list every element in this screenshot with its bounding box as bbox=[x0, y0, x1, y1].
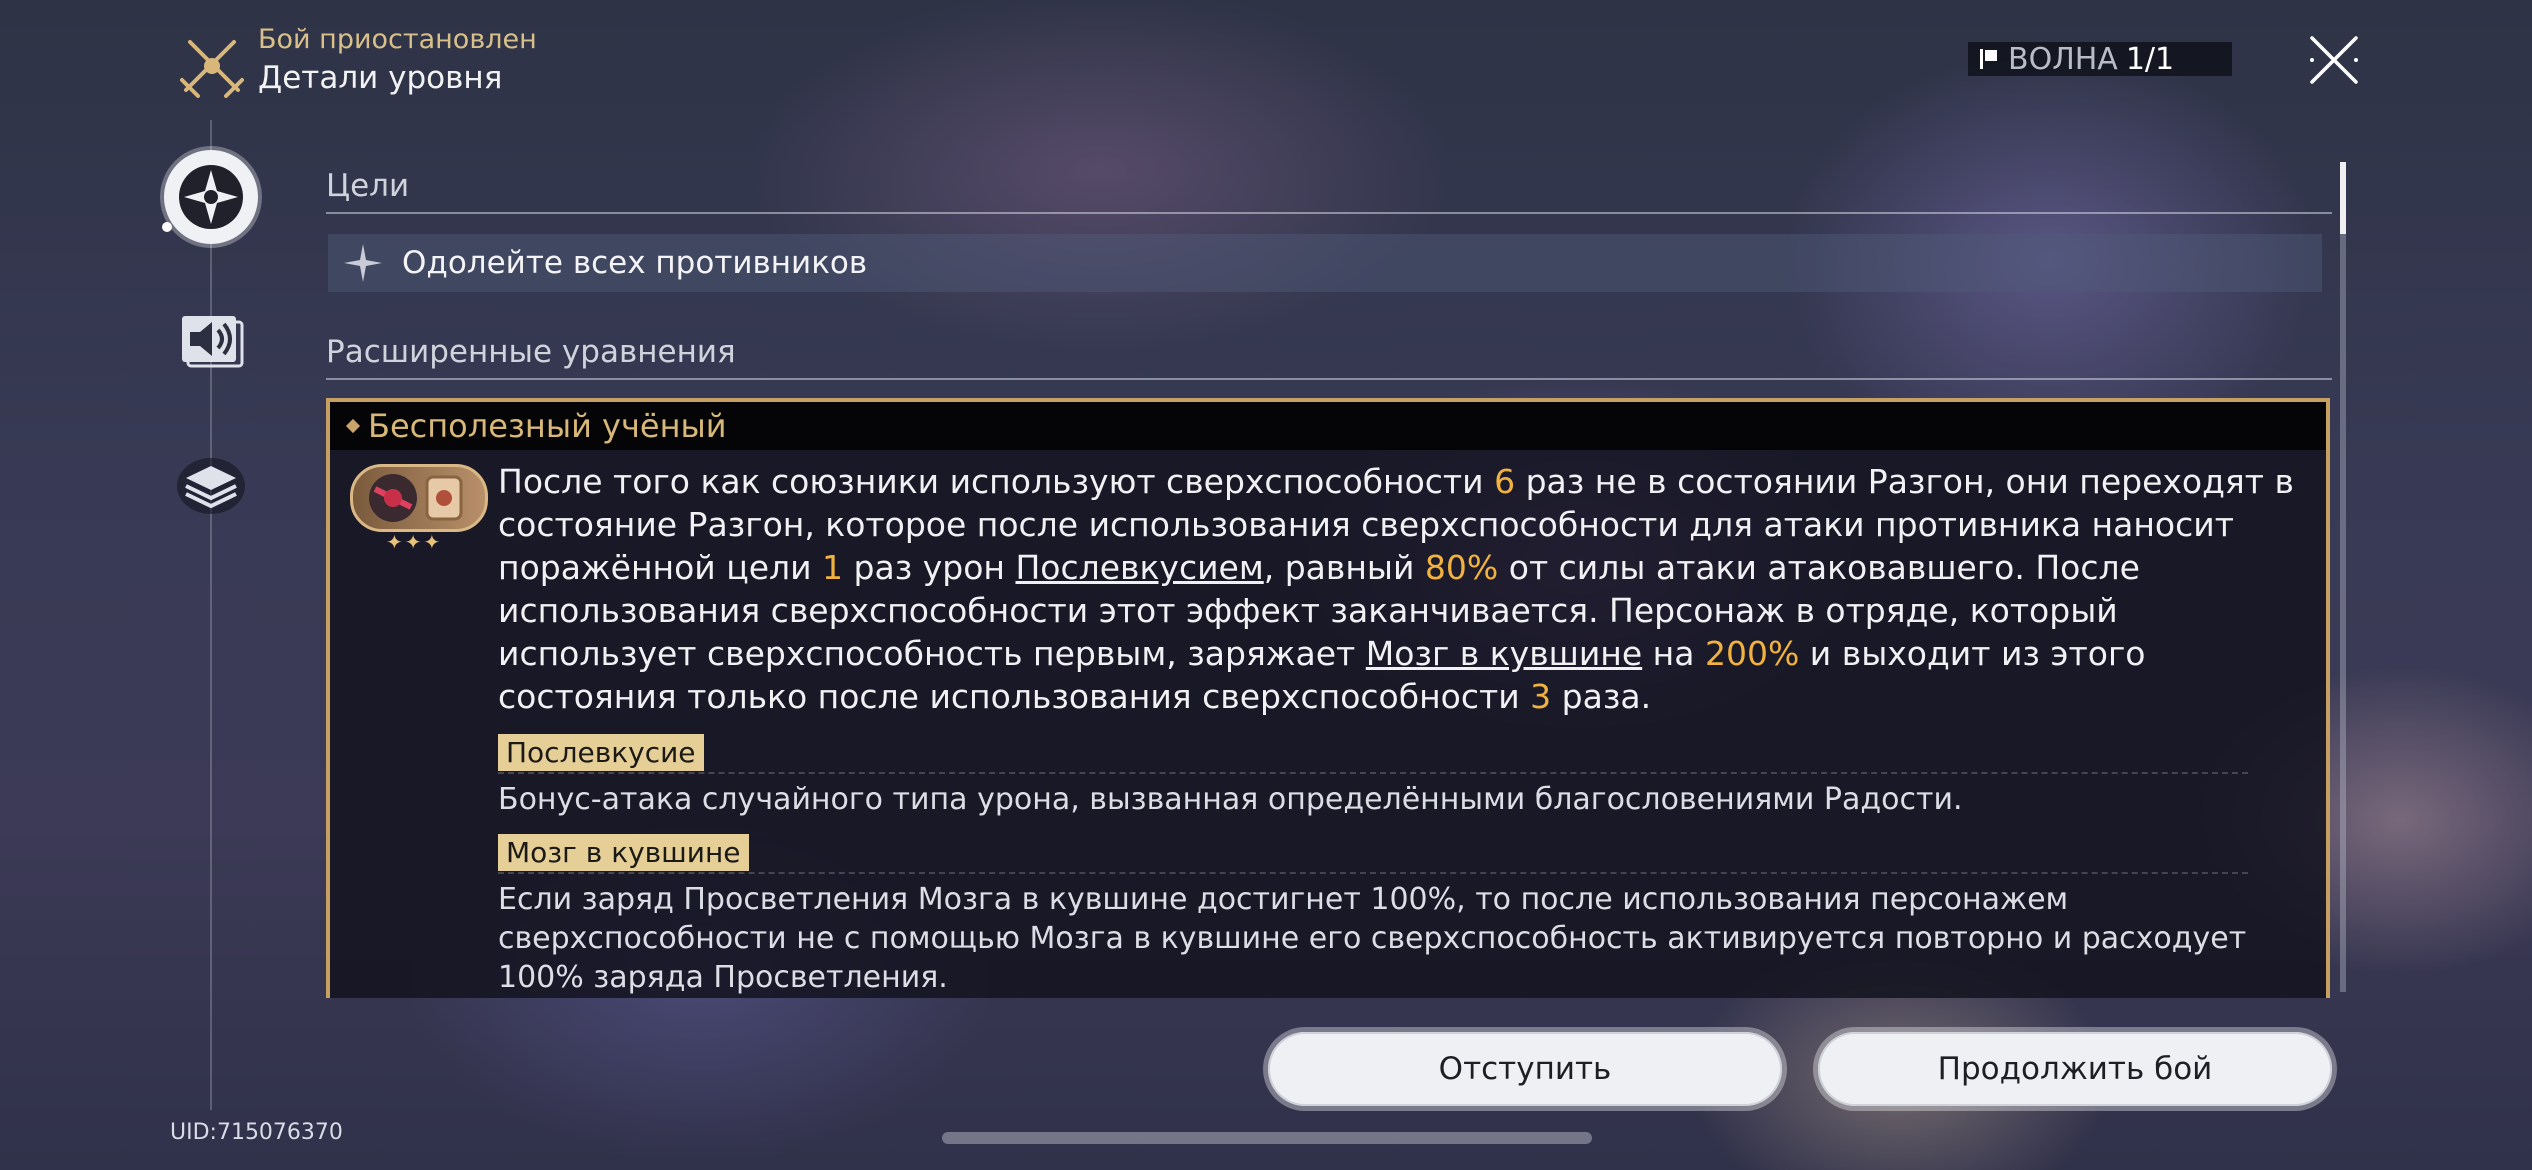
speaker-icon[interactable] bbox=[176, 310, 246, 370]
wave-value: 1/1 bbox=[2125, 41, 2175, 77]
equation-card: Бесполезный учёный ✦✦✦ После того как со… bbox=[326, 398, 2330, 998]
term-tag-row: Послевкусие bbox=[498, 734, 704, 771]
user-id: UID:715076370 bbox=[170, 1120, 343, 1145]
term-tag: Мозг в кувшине bbox=[498, 834, 749, 871]
term-divider bbox=[498, 772, 2248, 774]
nav-track bbox=[210, 120, 212, 1110]
term-link-aftertaste[interactable]: Послевкусием bbox=[1015, 548, 1263, 587]
goal-item: Одолейте всех противников bbox=[328, 234, 2322, 292]
goal-text: Одолейте всех противников bbox=[402, 245, 868, 281]
blessing-icon bbox=[350, 464, 488, 532]
term-description: Бонус-атака случайного типа урона, вызва… bbox=[498, 782, 1963, 817]
home-indicator[interactable] bbox=[942, 1132, 1592, 1144]
continue-battle-button[interactable]: Продолжить бой bbox=[1818, 1032, 2332, 1106]
equation-card-header: Бесполезный учёный bbox=[330, 402, 2326, 450]
flag-icon bbox=[1980, 49, 1997, 69]
term-tag-row: Мозг в кувшине bbox=[498, 834, 749, 871]
sparkle-icon bbox=[344, 244, 382, 282]
wave-label: ВОЛНА bbox=[2008, 41, 2118, 77]
compass-star-icon bbox=[179, 165, 243, 229]
term-tag: Послевкусие bbox=[498, 734, 704, 771]
term-description: Если заряд Просветления Мозга в кувшине … bbox=[498, 882, 2247, 995]
equations-heading: Расширенные уравнения bbox=[326, 334, 736, 370]
battle-status: Бой приостановлен bbox=[258, 24, 537, 55]
equation-name: Бесполезный учёный bbox=[368, 407, 727, 445]
goals-divider bbox=[326, 212, 2332, 214]
term-link-brain-in-jar[interactable]: Мозг в кувшине bbox=[1366, 634, 1642, 673]
nav-active-dot bbox=[162, 222, 172, 232]
scrollbar-thumb[interactable] bbox=[2340, 162, 2346, 234]
equation-description: После того как союзники используют сверх… bbox=[498, 462, 2294, 716]
goals-heading: Цели bbox=[326, 168, 410, 204]
crossed-swords-icon bbox=[180, 40, 244, 98]
retreat-button[interactable]: Отступить bbox=[1268, 1032, 1782, 1106]
term-divider bbox=[498, 872, 2248, 874]
close-icon[interactable] bbox=[2306, 32, 2362, 88]
page-title: Детали уровня bbox=[258, 60, 503, 96]
rarity-stars: ✦✦✦ bbox=[386, 530, 443, 554]
wave-counter: ВОЛНА 1/1 bbox=[1968, 41, 2232, 77]
diamond-icon bbox=[345, 418, 361, 434]
equations-divider bbox=[326, 378, 2332, 380]
layers-icon[interactable] bbox=[176, 456, 246, 516]
nav-item-goals[interactable] bbox=[164, 150, 258, 244]
scrollbar-track[interactable] bbox=[2340, 162, 2346, 992]
